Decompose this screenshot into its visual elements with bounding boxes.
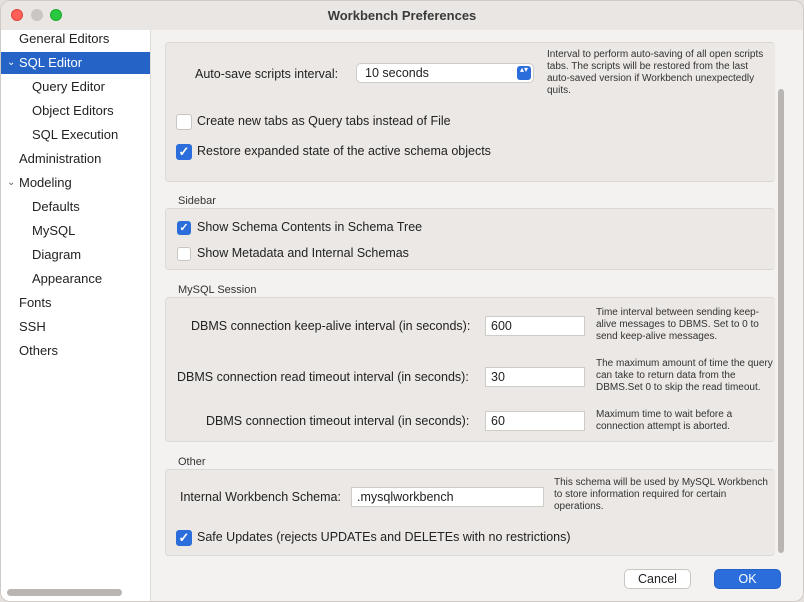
sidebar-item-label: SSH (19, 319, 46, 334)
sidebar-item-ssh[interactable]: SSH (19, 316, 46, 338)
sidebar-item-label: General Editors (19, 31, 110, 46)
metadata-label: Show Metadata and Internal Schemas (197, 246, 409, 260)
check-icon: ✓ (178, 530, 190, 545)
preferences-sidebar: General Editors ⌄ SQL Editor Query Edito… (1, 28, 151, 601)
autosave-interval-select[interactable]: 10 seconds ▴▾ (356, 63, 534, 83)
restore-expanded-label: Restore expanded state of the active sch… (197, 144, 491, 158)
safe-updates-label: Safe Updates (rejects UPDATEs and DELETE… (197, 530, 571, 544)
preferences-window: Workbench Preferences General Editors ⌄ … (0, 0, 804, 602)
content-vertical-scrollbar[interactable] (778, 89, 784, 553)
sidebar-item-sql-execution[interactable]: SQL Execution (32, 124, 118, 146)
sidebar-item-administration[interactable]: Administration (19, 148, 101, 170)
chevron-down-icon[interactable]: ⌄ (7, 172, 15, 194)
chevron-down-icon[interactable]: ⌄ (7, 52, 15, 74)
sidebar-item-label: Administration (19, 151, 102, 166)
title-bar: Workbench Preferences (1, 1, 803, 31)
session-section-title: MySQL Session (178, 284, 257, 296)
schema-input[interactable]: .mysqlworkbench (351, 487, 544, 507)
autosave-help-text: Interval to perform auto-saving of all o… (547, 49, 764, 96)
sidebar-item-sql-editor[interactable]: ⌄ SQL Editor (1, 52, 150, 74)
metadata-checkbox[interactable] (177, 247, 191, 261)
sidebar-item-general-editors[interactable]: General Editors (19, 28, 109, 50)
other-section-title: Other (178, 456, 206, 468)
sidebar-item-fonts[interactable]: Fonts (19, 292, 52, 314)
keepalive-label: DBMS connection keep-alive interval (in … (191, 319, 471, 333)
sidebar-item-label: Object Editors (32, 103, 114, 118)
autosave-label: Auto-save scripts interval: (195, 67, 339, 81)
sidebar-item-label: Diagram (32, 247, 82, 262)
conn-timeout-label: DBMS connection timeout interval (in sec… (206, 414, 470, 428)
autosave-interval-value: 10 seconds (365, 66, 429, 80)
sidebar-item-modeling[interactable]: ⌄ Modeling (1, 172, 150, 194)
sidebar-section-title: Sidebar (178, 195, 216, 207)
sidebar-item-label: Fonts (19, 295, 52, 310)
check-icon: ✓ (178, 144, 190, 159)
schema-contents-checkbox[interactable]: ✓ (177, 221, 191, 235)
read-timeout-help-text: The maximum amount of time the query can… (596, 358, 773, 393)
sidebar-horizontal-scrollbar[interactable] (7, 589, 122, 596)
schema-contents-label: Show Schema Contents in Schema Tree (197, 220, 423, 234)
sidebar-item-query-editor[interactable]: Query Editor (32, 76, 105, 98)
sidebar-item-diagram[interactable]: Diagram (32, 244, 81, 266)
window-title: Workbench Preferences (327, 8, 477, 23)
read-timeout-label: DBMS connection read timeout interval (i… (177, 370, 469, 384)
schema-help-text: This schema will be used by MySQL Workbe… (554, 477, 768, 512)
ok-button[interactable]: OK (714, 569, 781, 589)
query-tabs-label: Create new tabs as Query tabs instead of… (197, 114, 451, 128)
schema-label: Internal Workbench Schema: (180, 490, 341, 504)
sidebar-item-label: Modeling (19, 175, 72, 190)
keepalive-input[interactable]: 600 (485, 316, 585, 336)
conn-timeout-help-text: Maximum time to wait before a connection… (596, 409, 733, 432)
sidebar-item-object-editors[interactable]: Object Editors (32, 100, 114, 122)
preferences-content: Auto-save scripts interval: 10 seconds ▴… (151, 30, 803, 601)
sidebar-item-label: Query Editor (32, 79, 105, 94)
sidebar-item-mysql[interactable]: MySQL (32, 220, 75, 242)
sidebar-item-label: MySQL (32, 223, 76, 238)
restore-expanded-checkbox[interactable]: ✓ (176, 144, 192, 160)
sidebar-item-appearance[interactable]: Appearance (32, 268, 102, 290)
sidebar-panel (165, 208, 775, 270)
select-arrows-icon: ▴▾ (517, 66, 531, 80)
sidebar-item-defaults[interactable]: Defaults (32, 196, 80, 218)
sidebar-item-label: SQL Editor (19, 55, 83, 70)
cancel-button[interactable]: Cancel (624, 569, 691, 589)
sidebar-item-label: SQL Execution (32, 127, 119, 142)
check-icon: ✓ (179, 222, 189, 234)
sidebar-item-label: Defaults (32, 199, 80, 214)
query-tabs-checkbox[interactable] (176, 114, 192, 130)
keepalive-help-text: Time interval between sending keep- aliv… (596, 307, 760, 342)
read-timeout-input[interactable]: 30 (485, 367, 585, 387)
conn-timeout-input[interactable]: 60 (485, 411, 585, 431)
sidebar-item-others[interactable]: Others (19, 340, 58, 362)
sidebar-item-label: Appearance (32, 271, 103, 286)
sidebar-item-label: Others (19, 343, 59, 358)
safe-updates-checkbox[interactable]: ✓ (176, 530, 192, 546)
